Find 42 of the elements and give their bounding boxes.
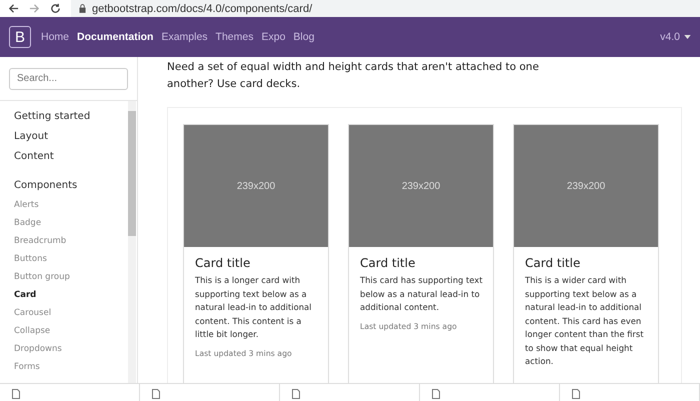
back-icon[interactable] xyxy=(8,3,19,14)
version-dropdown[interactable]: v4.0 xyxy=(660,31,691,43)
nav-link[interactable]: Documentation xyxy=(77,31,154,43)
logo[interactable]: B xyxy=(9,26,31,48)
nav-link[interactable]: Themes xyxy=(216,31,254,43)
search-field[interactable]: Search... xyxy=(9,68,128,90)
caret-icon[interactable] xyxy=(684,35,691,39)
forward-icon[interactable] xyxy=(29,3,40,14)
image-size-label: 239x200 xyxy=(566,180,606,192)
card-text: This card has supporting text below as a natural lead-in to additional content. xyxy=(360,274,483,314)
sidebar-item[interactable]: Breadcrumb xyxy=(14,236,128,254)
nav-link[interactable]: Examples xyxy=(161,31,208,43)
card-title: Card title xyxy=(360,256,416,270)
sidebar-item[interactable]: Forms xyxy=(14,362,128,380)
image-size-label: 239x200 xyxy=(402,180,440,192)
card-text: This is a longer card with supporting text below as a natural lead-in to additional content. This content is a little bit longer. xyxy=(195,274,313,341)
reload-icon[interactable] xyxy=(50,3,61,14)
nav-link[interactable]: Blog xyxy=(293,31,314,43)
sidebar-item[interactable]: Buttons xyxy=(14,254,128,272)
sidebar-item[interactable]: Content xyxy=(14,150,128,170)
sidebar-item[interactable]: Button group xyxy=(14,272,128,290)
sidebar-item[interactable]: Card xyxy=(14,290,128,308)
sidebar-item[interactable]: Getting started xyxy=(14,110,128,130)
sidebar-item[interactable]: Badge xyxy=(14,218,128,236)
lock-icon xyxy=(79,4,86,13)
sidebar-item[interactable]: Layout xyxy=(14,130,128,150)
nav-link[interactable]: Home xyxy=(41,31,70,43)
intro-paragraph: Need a set of equal width and height cards that aren't attached to one another? Use card decks. xyxy=(167,60,540,92)
card-text: This is a wider card with supporting text below as a natural lead-in to additional content. This card has even longer content than the first to show that equal height action. xyxy=(525,274,645,368)
nav-link[interactable]: Expo xyxy=(261,31,286,43)
scrollbar-thumb[interactable] xyxy=(128,110,136,236)
scrollbar[interactable] xyxy=(128,100,136,383)
sidebar-item[interactable]: Collapse xyxy=(14,326,128,344)
sidebar-item[interactable]: Dropdowns xyxy=(14,344,128,362)
sidebar-item[interactable]: Components xyxy=(14,180,128,200)
url-text: getbootstrap.com/docs/4.0/components/card/ xyxy=(92,2,312,14)
address-bar[interactable]: getbootstrap.com/docs/4.0/components/card/ xyxy=(71,0,700,17)
sidebar-item[interactable]: Alerts xyxy=(14,200,128,218)
card-title: Card title xyxy=(525,256,582,270)
sidebar-item[interactable]: Carousel xyxy=(14,308,128,326)
card-title: Card title xyxy=(195,256,252,270)
image-size-label: 239x200 xyxy=(236,180,276,192)
